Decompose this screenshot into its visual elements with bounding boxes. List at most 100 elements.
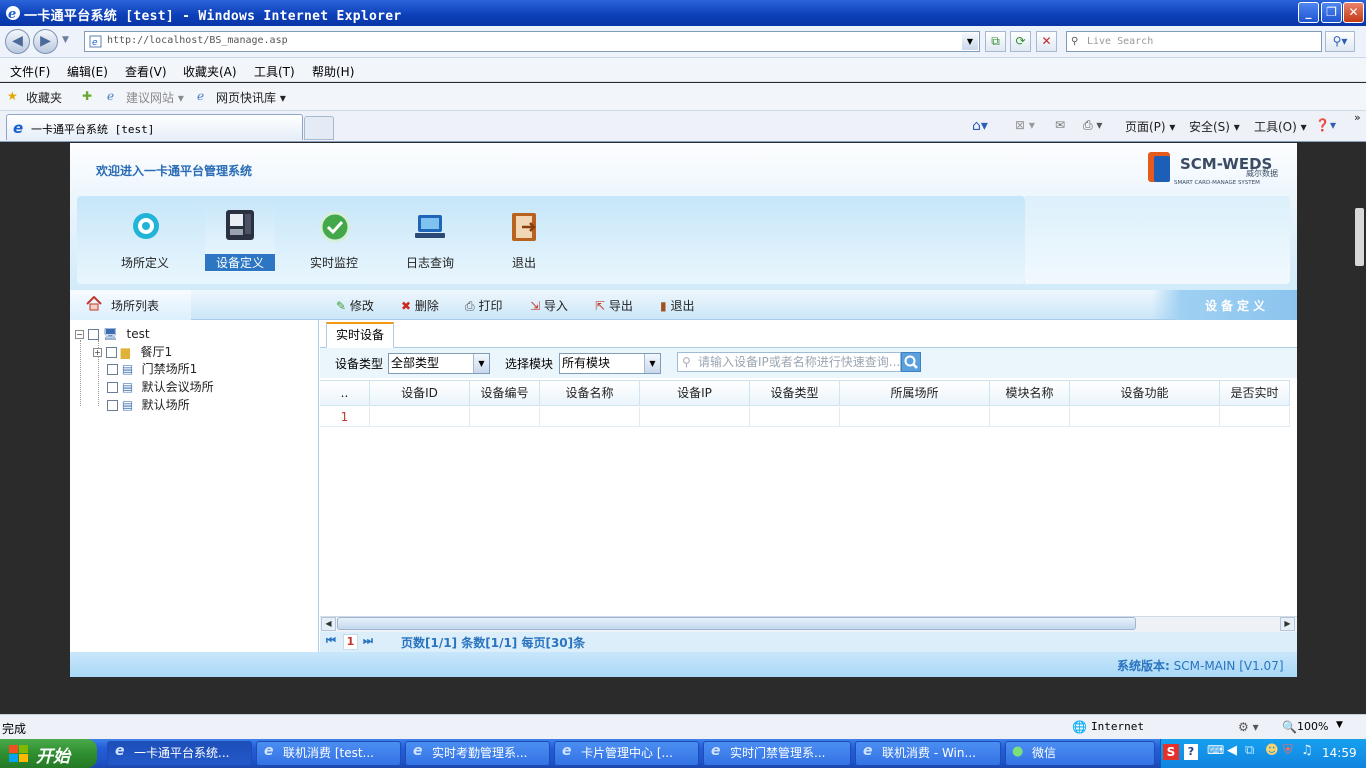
- col-header-venue[interactable]: 所属场所: [840, 380, 990, 406]
- web-slice-gallery-link[interactable]: 网页快讯库 ▾: [216, 89, 286, 106]
- taskbar-item-scm[interactable]: 一卡通平台系统...: [107, 741, 252, 766]
- table-cell[interactable]: [990, 407, 1070, 427]
- exit-button[interactable]: ▮ 退出: [660, 297, 694, 314]
- module-select[interactable]: 所有模块 ▼: [559, 353, 661, 374]
- col-header-function[interactable]: 设备功能: [1070, 380, 1220, 406]
- last-page-icon[interactable]: ⏭: [363, 634, 373, 648]
- forward-button[interactable]: ▶: [33, 29, 58, 54]
- mail-icon[interactable]: ✉: [1055, 118, 1065, 132]
- new-tab-button[interactable]: [304, 116, 334, 140]
- col-header-realtime[interactable]: 是否实时: [1220, 380, 1290, 406]
- menu-edit[interactable]: 编辑(E): [67, 63, 108, 80]
- tree-node[interactable]: ▤ 默认场所: [107, 397, 190, 415]
- menu-file[interactable]: 文件(F): [10, 63, 50, 80]
- col-header-module[interactable]: 模块名称: [990, 380, 1070, 406]
- taskbar-item-attendance[interactable]: 实时考勤管理系...: [405, 741, 550, 766]
- add-favorite-icon[interactable]: ✚: [82, 89, 92, 103]
- first-page-icon[interactable]: ⏮: [326, 634, 336, 648]
- protected-mode-icon[interactable]: ⚙ ▾: [1238, 720, 1259, 734]
- nav-exit[interactable]: 退出: [489, 254, 559, 271]
- menu-tools[interactable]: 工具(T): [254, 63, 295, 80]
- minimize-button[interactable]: _: [1298, 2, 1319, 23]
- help-icon[interactable]: ❓▾: [1315, 118, 1336, 132]
- table-cell[interactable]: [370, 407, 470, 427]
- scroll-left-icon[interactable]: ◀: [321, 617, 336, 631]
- sogou-ime-icon[interactable]: S: [1163, 744, 1179, 760]
- live-search-input[interactable]: ⚲ Live Search: [1066, 31, 1322, 52]
- tree-checkbox[interactable]: [87, 329, 99, 340]
- table-cell[interactable]: [840, 407, 990, 427]
- menu-help[interactable]: 帮助(H): [312, 63, 354, 80]
- col-header-index[interactable]: ..: [320, 380, 370, 406]
- tree-node[interactable]: ▤ 门禁场所1: [107, 361, 197, 379]
- current-page-number[interactable]: 1: [343, 634, 358, 650]
- col-header-device-id[interactable]: 设备ID: [370, 380, 470, 406]
- menu-favorites[interactable]: 收藏夹(A): [183, 63, 237, 80]
- home-icon[interactable]: ⌂▾: [972, 118, 988, 134]
- col-header-device-name[interactable]: 设备名称: [540, 380, 640, 406]
- monitor-check-icon[interactable]: [318, 210, 352, 244]
- chevron-more-icon[interactable]: »: [1354, 111, 1361, 124]
- col-header-device-number[interactable]: 设备编号: [470, 380, 540, 406]
- import-button[interactable]: ⇲ 导入: [530, 297, 568, 314]
- location-pin-icon[interactable]: [129, 210, 163, 244]
- tray-expand-icon[interactable]: ◀: [1227, 743, 1237, 758]
- start-button[interactable]: 开始: [0, 739, 97, 768]
- table-cell[interactable]: [1220, 407, 1290, 427]
- laptop-log-icon[interactable]: [413, 210, 447, 244]
- tree-node-root[interactable]: − 🖥 test: [75, 326, 150, 344]
- close-button[interactable]: ✕: [1343, 2, 1364, 23]
- print-button[interactable]: ⎙ 打印: [465, 297, 502, 314]
- search-go-button[interactable]: ⚲▾: [1325, 31, 1355, 52]
- tree-node[interactable]: + ▆ 餐厅1: [93, 344, 172, 362]
- keyboard-tray-icon[interactable]: ⌨: [1207, 743, 1224, 757]
- print-icon[interactable]: ⎙ ▾: [1083, 118, 1102, 133]
- expand-icon[interactable]: +: [93, 348, 102, 357]
- nav-realtime-monitor[interactable]: 实时监控: [299, 254, 369, 271]
- refresh-icon[interactable]: ⟳: [1010, 31, 1031, 52]
- address-bar[interactable]: e http://localhost/BS_manage.asp ▼: [84, 31, 980, 52]
- tree-checkbox[interactable]: [107, 382, 118, 393]
- help-tray-icon[interactable]: ?: [1184, 744, 1198, 760]
- edit-button[interactable]: ✎ 修改: [336, 297, 374, 314]
- network-tray-icon[interactable]: ⧉: [1245, 743, 1254, 758]
- taskbar-item-access[interactable]: 实时门禁管理系...: [703, 741, 851, 766]
- suggested-sites-link[interactable]: 建议网站 ▾: [126, 89, 184, 106]
- tree-checkbox[interactable]: [107, 400, 118, 411]
- volume-icon[interactable]: ♫: [1301, 743, 1313, 758]
- history-dropdown-icon[interactable]: ▼: [62, 35, 69, 45]
- table-cell[interactable]: [1070, 407, 1220, 427]
- zoom-dropdown-icon[interactable]: ▼: [1336, 720, 1343, 730]
- stop-icon[interactable]: ✕: [1036, 31, 1057, 52]
- user-tray-icon[interactable]: ☻: [1265, 743, 1279, 758]
- scroll-right-icon[interactable]: ▶: [1280, 617, 1295, 631]
- compat-view-icon[interactable]: ⧉: [985, 31, 1006, 52]
- feeds-icon[interactable]: ⊠ ▾: [1015, 118, 1035, 132]
- device-type-select[interactable]: 全部类型 ▼: [388, 353, 490, 374]
- table-cell[interactable]: [470, 407, 540, 427]
- table-cell[interactable]: [750, 407, 840, 427]
- back-button[interactable]: ◀: [5, 29, 30, 54]
- delete-button[interactable]: ✖ 删除: [401, 297, 439, 314]
- taskbar-item-consumption-win[interactable]: 联机消费 - Win...: [855, 741, 1001, 766]
- address-dropdown-icon[interactable]: ▼: [962, 33, 978, 50]
- clock[interactable]: 14:59: [1322, 746, 1357, 760]
- col-header-device-ip[interactable]: 设备IP: [640, 380, 750, 406]
- export-button[interactable]: ⇱ 导出: [595, 297, 633, 314]
- exit-door-icon[interactable]: [507, 210, 541, 244]
- nav-venue-definition[interactable]: 场所定义: [110, 254, 180, 271]
- browser-tab[interactable]: e 一卡通平台系统 [test]: [6, 114, 303, 140]
- tree-checkbox[interactable]: [107, 364, 118, 375]
- restore-button[interactable]: ❐: [1321, 2, 1342, 23]
- table-cell[interactable]: [640, 407, 750, 427]
- taskbar-item-wechat[interactable]: 微信: [1005, 741, 1155, 766]
- quick-search-button[interactable]: [901, 352, 921, 372]
- zoom-level[interactable]: 100%: [1297, 720, 1328, 733]
- quick-search-input[interactable]: ⚲ 请输入设备IP或者名称进行快速查询...: [677, 352, 901, 372]
- page-menu[interactable]: 页面(P) ▾: [1125, 118, 1175, 135]
- nav-log-query[interactable]: 日志查询: [395, 254, 465, 271]
- tree-checkbox[interactable]: [105, 347, 117, 358]
- table-cell[interactable]: [540, 407, 640, 427]
- horizontal-scrollbar-thumb[interactable]: [337, 617, 1136, 630]
- collapse-icon[interactable]: −: [75, 330, 84, 339]
